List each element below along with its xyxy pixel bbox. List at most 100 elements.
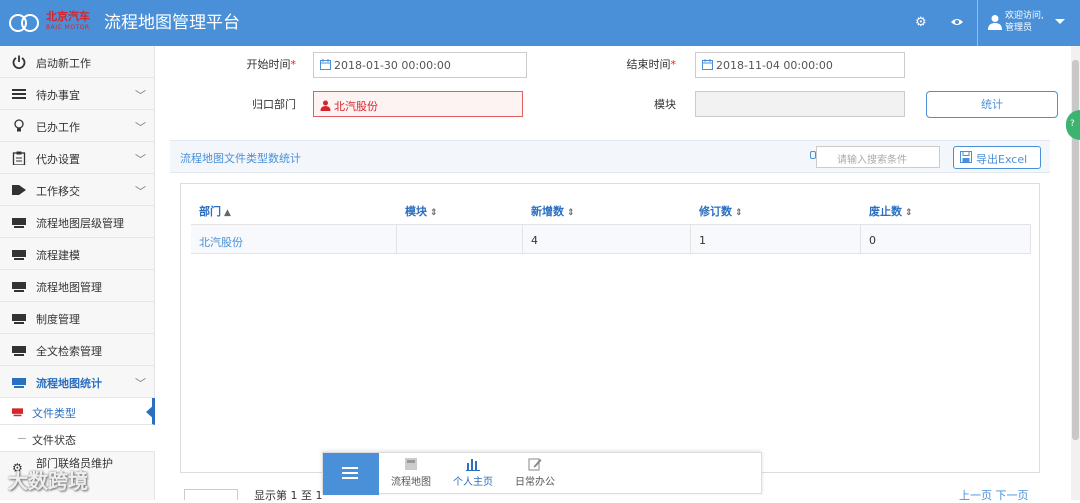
chevron-down-icon: ﹀	[135, 185, 146, 198]
statistics-button[interactable]: 统计	[926, 91, 1058, 118]
column-header-added[interactable]: 新增数 ⇕	[523, 194, 691, 224]
sidebar-item-label: 工作移交	[36, 185, 80, 198]
dock-item-daily-office[interactable]: 日常办公	[505, 457, 565, 491]
module-field[interactable]	[695, 91, 905, 117]
stats-table: 部门 ▲ 模块 ⇕ 新增数 ⇕ 修订数 ⇕ 废止数 ⇕ 北汽股份 4 1 0	[180, 183, 1040, 473]
start-time-label-text: 开始时间	[246, 58, 291, 71]
dock-item-process-map[interactable]: 流程地图	[381, 457, 441, 491]
sidebar-item-todo[interactable]: 待办事宜 ﹀	[0, 78, 155, 110]
board-icon	[12, 250, 26, 260]
page-size-select[interactable]	[184, 489, 238, 500]
dock-item-personal-home[interactable]: 个人主页	[443, 457, 503, 491]
sidebar-item-fulltext-search[interactable]: 全文检索管理	[0, 334, 155, 366]
board-icon	[12, 378, 26, 388]
sidebar-item-label: 流程地图管理	[36, 281, 102, 294]
sidebar-item-label: 全文检索管理	[36, 345, 102, 358]
sidebar-item-map-level[interactable]: 流程地图层级管理	[0, 206, 155, 238]
baic-logo-icon	[9, 14, 39, 32]
sidebar-item-policy[interactable]: 制度管理	[0, 302, 155, 334]
end-time-field[interactable]: 2018-11-04 00:00:00	[695, 52, 905, 78]
start-time-label: 开始时间*	[230, 56, 297, 72]
column-header-label: 部门	[199, 205, 221, 218]
start-time-field[interactable]: 2018-01-30 00:00:00	[313, 52, 527, 78]
user-icon	[320, 100, 331, 111]
chart-icon	[466, 459, 480, 471]
eye-icon[interactable]	[950, 17, 964, 27]
section-title: 流程地图文件类型数统计	[180, 152, 301, 165]
menu-button[interactable]	[323, 453, 379, 495]
app-title: 流程地图管理平台	[104, 13, 240, 33]
sort-asc-icon: ▲	[224, 208, 231, 218]
user-icon[interactable]	[988, 14, 1002, 30]
header-divider	[977, 0, 978, 46]
sidebar: 启动新工作 待办事宜 ﹀ 已办工作 ﹀ 代办设置 ﹀ 工作移交 ﹀ 流程地图层级…	[0, 46, 155, 500]
sidebar-item-start-work[interactable]: 启动新工作	[0, 46, 155, 78]
sidebar-item-done[interactable]: 已办工作 ﹀	[0, 110, 155, 142]
end-time-value: 2018-11-04 00:00:00	[716, 59, 833, 72]
pagination-nav[interactable]: 上一页 下一页	[959, 487, 1029, 503]
user-name: 管理员	[1005, 23, 1033, 33]
active-indicator	[146, 404, 155, 420]
search-input[interactable]: 请输入搜索条件	[816, 146, 940, 168]
dept-value: 北汽股份	[334, 100, 378, 113]
column-header-revised[interactable]: 修订数 ⇕	[691, 194, 861, 224]
section-header: 流程地图文件类型数统计 请输入搜索条件 导出Excel	[170, 140, 1050, 173]
dock-item-label: 流程地图	[391, 477, 431, 488]
sidebar-item-label: 已办工作	[36, 121, 80, 134]
sort-icon: ⇕	[905, 208, 913, 218]
column-header-dept[interactable]: 部门 ▲	[191, 194, 397, 224]
welcome-text: 欢迎访问,	[1005, 11, 1044, 21]
sidebar-item-label: 启动新工作	[36, 57, 91, 70]
gears-icon[interactable]: ⚙	[915, 15, 927, 30]
sidebar-subitem-file-type[interactable]: 文件类型	[0, 398, 155, 425]
save-icon	[960, 151, 972, 163]
chevron-down-icon: ﹀	[135, 153, 146, 166]
column-header-module[interactable]: 模块 ⇕	[397, 194, 523, 224]
required-mark: *	[290, 58, 297, 71]
brand-name-en: BAIC MOTOR	[46, 24, 90, 31]
bottom-dock: 流程地图 个人主页 日常办公	[322, 452, 762, 495]
sidebar-item-label: 代办设置	[36, 153, 80, 166]
list-icon	[12, 89, 26, 99]
column-header-label: 新增数	[531, 205, 564, 218]
pagination-info: 显示第 1 至 1	[254, 489, 323, 502]
dept-field[interactable]: 北汽股份	[313, 91, 523, 117]
sidebar-item-map-management[interactable]: 流程地图管理	[0, 270, 155, 302]
hamburger-icon	[342, 467, 358, 469]
export-excel-label: 导出Excel	[976, 153, 1028, 166]
table-cell-revised: 1	[691, 224, 861, 254]
table-cell-dept[interactable]: 北汽股份	[191, 224, 397, 254]
sidebar-item-map-statistics[interactable]: 流程地图统计 ﹀	[0, 366, 155, 398]
map-icon	[405, 458, 417, 470]
table-cell-added: 4	[523, 224, 691, 254]
dock-item-label: 个人主页	[453, 477, 493, 488]
required-mark: *	[670, 58, 677, 71]
column-header-abolished[interactable]: 废止数 ⇕	[861, 194, 1031, 224]
sidebar-item-modeling[interactable]: 流程建模	[0, 238, 155, 270]
sidebar-item-label: 流程地图层级管理	[36, 217, 124, 230]
user-menu[interactable]: 欢迎访问, 管理员	[1005, 10, 1044, 34]
sidebar-item-delegate-settings[interactable]: 代办设置 ﹀	[0, 142, 155, 174]
column-header-label: 修订数	[699, 205, 732, 218]
board-icon	[12, 346, 26, 356]
chevron-down-icon: ﹀	[135, 89, 146, 102]
power-icon	[12, 55, 26, 69]
end-time-label: 结束时间*	[610, 56, 677, 72]
board-icon	[12, 408, 23, 417]
end-time-label-text: 结束时间	[626, 58, 671, 71]
calendar-icon	[320, 59, 331, 70]
sidebar-subitem-file-status[interactable]: 文件状态	[0, 425, 155, 452]
export-excel-button[interactable]: 导出Excel	[953, 146, 1041, 169]
watermark: 大数跨境	[8, 469, 88, 493]
chevron-down-icon[interactable]	[1055, 19, 1065, 24]
table-cell-module	[397, 224, 523, 254]
board-icon	[12, 218, 26, 228]
dept-label: 归口部门	[252, 98, 296, 111]
bulb-icon	[14, 119, 24, 132]
side-help-tab[interactable]: ?	[1066, 110, 1080, 140]
sidebar-item-handover[interactable]: 工作移交 ﹀	[0, 174, 155, 206]
calendar-icon	[702, 59, 713, 70]
sort-icon: ⇕	[567, 208, 575, 218]
start-time-value: 2018-01-30 00:00:00	[334, 59, 451, 72]
board-icon	[12, 314, 26, 324]
